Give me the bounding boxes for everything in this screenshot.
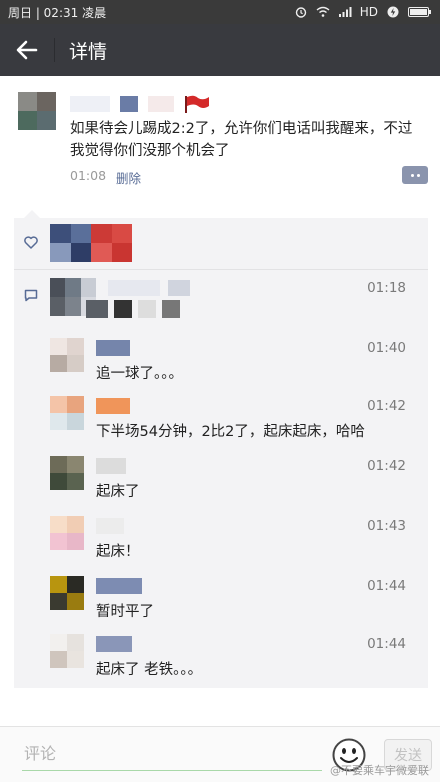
back-arrow-icon xyxy=(16,40,38,60)
author-name[interactable] xyxy=(70,94,210,114)
commenter-name[interactable] xyxy=(96,518,124,534)
commenter-avatar[interactable] xyxy=(50,456,84,490)
back-button[interactable] xyxy=(0,24,54,76)
name-blur xyxy=(70,96,110,112)
feedback-panel: 01:18 01:40 追一球了。。。 01:42 下半场54分钟，2比2了，起… xyxy=(14,218,428,688)
commenter-name[interactable] xyxy=(96,458,126,474)
comment-time: 01:43 xyxy=(367,518,406,534)
network-type: HD xyxy=(359,5,378,19)
comment-text: 起床了 xyxy=(96,484,140,500)
comment-item[interactable]: 01:18 xyxy=(50,278,420,318)
commenter-name[interactable] xyxy=(96,636,132,652)
comment-item[interactable]: 01:42 起床了 xyxy=(50,456,420,500)
watermark: @不要乘车宇微爱联 xyxy=(330,764,429,777)
title-bar: 详情 xyxy=(0,24,440,76)
comment-time: 01:40 xyxy=(367,340,406,356)
comment-input[interactable] xyxy=(22,737,322,771)
comment-item[interactable]: 01:44 起床了 老铁。。。 xyxy=(50,634,420,678)
commenter-avatar[interactable] xyxy=(50,338,84,372)
comment-item[interactable]: 01:43 起床！ xyxy=(50,516,420,560)
comment-time: 01:44 xyxy=(367,636,406,652)
commenter-avatar[interactable] xyxy=(50,576,84,610)
page-title: 详情 xyxy=(69,40,108,63)
comment-text: 起床！ xyxy=(96,544,140,560)
commenter-name[interactable] xyxy=(108,280,190,296)
post-content: 如果待会儿踢成2:2了，允许你们电话叫我醒来，不过我觉得你们没那个机会了 xyxy=(70,121,413,159)
commenter-name[interactable] xyxy=(96,578,142,594)
commenter-name[interactable] xyxy=(96,398,130,414)
comment-text: 追一球了。。。 xyxy=(96,366,183,382)
title-divider xyxy=(54,38,55,62)
comment-item[interactable]: 01:42 下半场54分钟，2比2了，起床起床，哈哈 xyxy=(50,396,420,440)
author-avatar[interactable] xyxy=(18,92,56,130)
status-time: 周日 | 02:31 凌晨 xyxy=(8,5,107,20)
comment-time: 01:44 xyxy=(367,578,406,594)
comment-item[interactable]: 01:40 追一球了。。。 xyxy=(50,338,420,382)
name-blur xyxy=(120,96,138,112)
heart-icon xyxy=(24,236,38,249)
commenter-avatar[interactable] xyxy=(50,396,84,430)
name-blur xyxy=(148,96,174,112)
commenter-avatar[interactable] xyxy=(50,634,84,668)
comment-time: 01:18 xyxy=(367,280,406,296)
likes-row xyxy=(14,218,428,302)
comment-text: 暂时平了 xyxy=(96,604,154,620)
comment-item[interactable]: 01:44 暂时平了 xyxy=(50,576,420,620)
liker-avatar[interactable] xyxy=(50,224,132,262)
commenter-avatars-blur xyxy=(86,300,180,318)
comment-icon xyxy=(24,289,38,302)
more-dots-icon[interactable] xyxy=(402,166,428,184)
comment-text: 起床了 老铁。。。 xyxy=(96,662,203,678)
post-time: 01:08 xyxy=(70,168,107,183)
commenter-name[interactable] xyxy=(96,340,130,356)
signal-icon xyxy=(338,7,352,17)
battery-icon xyxy=(408,7,431,17)
wifi-icon xyxy=(316,6,330,17)
comment-time: 01:42 xyxy=(367,398,406,414)
comment-time: 01:42 xyxy=(367,458,406,474)
alarm-icon xyxy=(295,7,306,18)
delete-link[interactable]: 删除 xyxy=(116,168,141,187)
feedback-arrow xyxy=(24,210,40,218)
red-flag-icon xyxy=(185,95,209,113)
charging-icon xyxy=(387,6,399,18)
comment-text: 下半场54分钟，2比2了，起床起床，哈哈 xyxy=(96,424,365,440)
commenter-avatar[interactable] xyxy=(50,516,84,550)
status-bar: 周日 | 02:31 凌晨 HD xyxy=(0,0,440,24)
moment-post: 如果待会儿踢成2:2了，允许你们电话叫我醒来，不过我觉得你们没那个机会了 01:… xyxy=(0,76,440,726)
